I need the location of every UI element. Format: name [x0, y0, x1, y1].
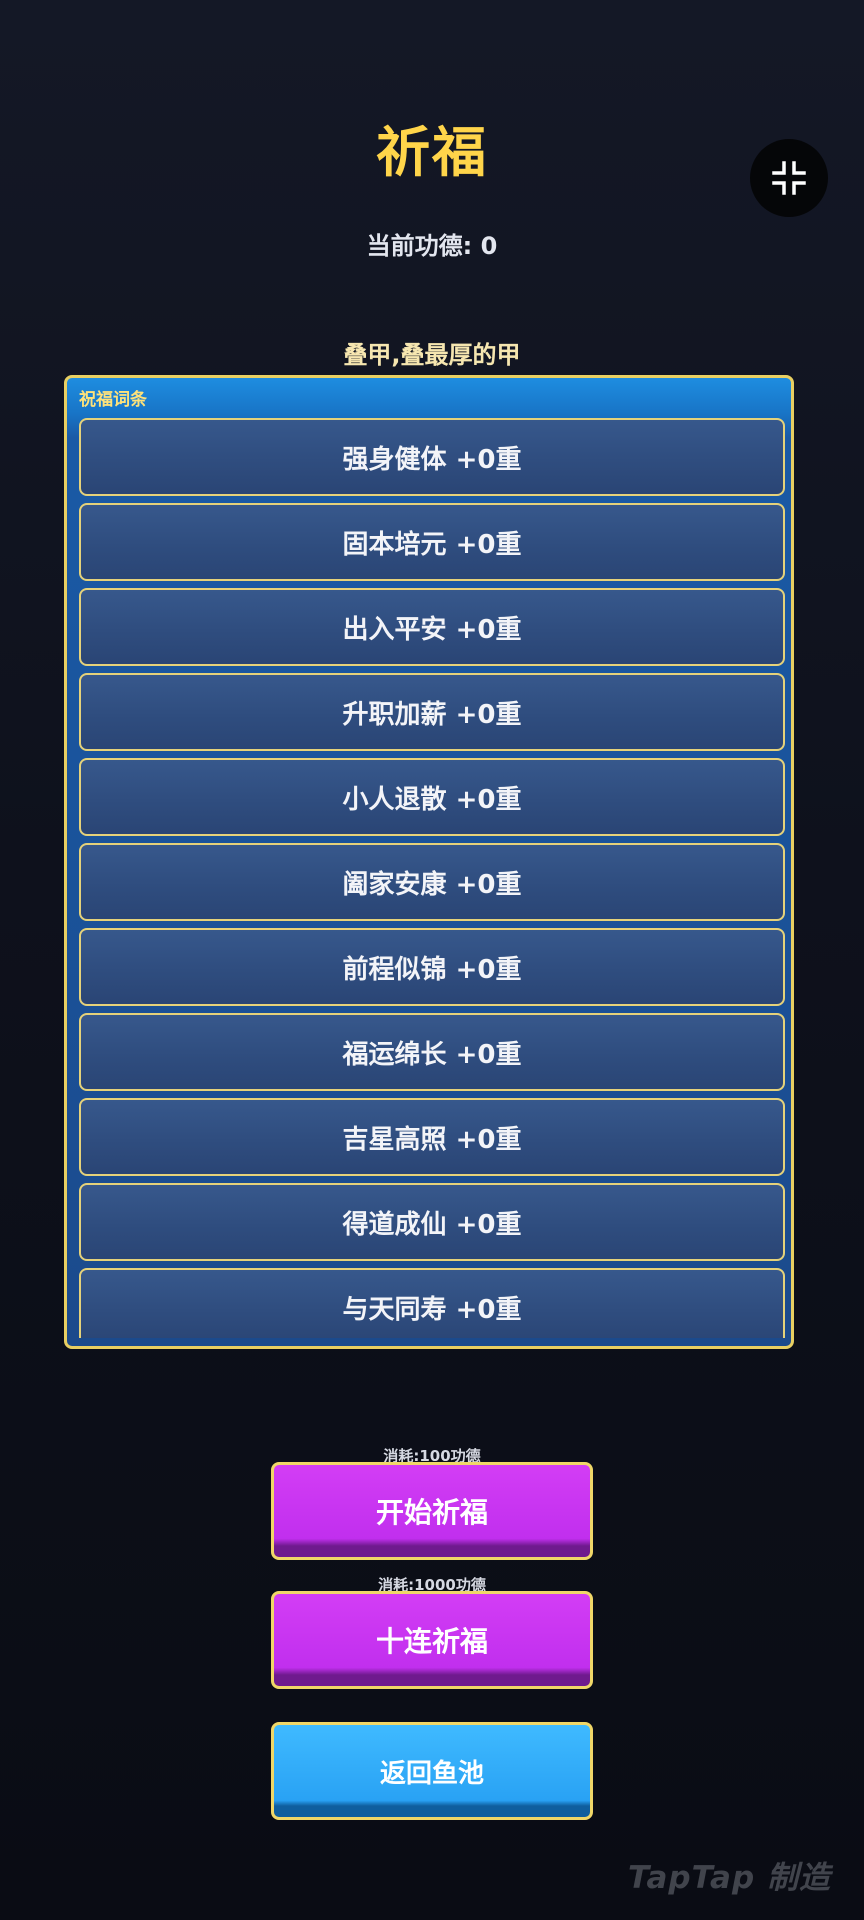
- taptap-watermark: TapTap 制造: [628, 1860, 831, 1896]
- blessing-entry[interactable]: 升职加薪 +0重: [79, 673, 785, 751]
- back-to-pond-button[interactable]: 返回鱼池: [271, 1722, 593, 1820]
- blessing-entry[interactable]: 阖家安康 +0重: [79, 843, 785, 921]
- blessing-entry[interactable]: 前程似锦 +0重: [79, 928, 785, 1006]
- collapse-icon: [772, 161, 806, 195]
- blessing-entry[interactable]: 出入平安 +0重: [79, 588, 785, 666]
- blessing-entry[interactable]: 强身健体 +0重: [79, 418, 785, 496]
- page-title: 祈福: [376, 121, 488, 184]
- blessing-list[interactable]: 强身健体 +0重 固本培元 +0重 出入平安 +0重 升职加薪 +0重 小人退散…: [79, 418, 785, 1338]
- collapse-button[interactable]: [750, 139, 828, 217]
- blessing-entry[interactable]: 福运绵长 +0重: [79, 1013, 785, 1091]
- panel-label: 祝福词条: [79, 390, 147, 410]
- ten-blessing-button[interactable]: 十连祈福: [271, 1591, 593, 1689]
- blessing-entry[interactable]: 得道成仙 +0重: [79, 1183, 785, 1261]
- merit-counter: 当前功德: 0: [366, 232, 498, 260]
- blessing-entry[interactable]: 吉星高照 +0重: [79, 1098, 785, 1176]
- blessing-entry[interactable]: 固本培元 +0重: [79, 503, 785, 581]
- blessing-panel: 祝福词条 强身健体 +0重 固本培元 +0重 出入平安 +0重 升职加薪 +0重…: [64, 375, 794, 1349]
- blessing-entry[interactable]: 小人退散 +0重: [79, 758, 785, 836]
- start-blessing-button[interactable]: 开始祈福: [271, 1462, 593, 1560]
- subtitle: 叠甲,叠最厚的甲: [343, 341, 521, 369]
- blessing-entry[interactable]: 与天同寿 +0重: [79, 1268, 785, 1338]
